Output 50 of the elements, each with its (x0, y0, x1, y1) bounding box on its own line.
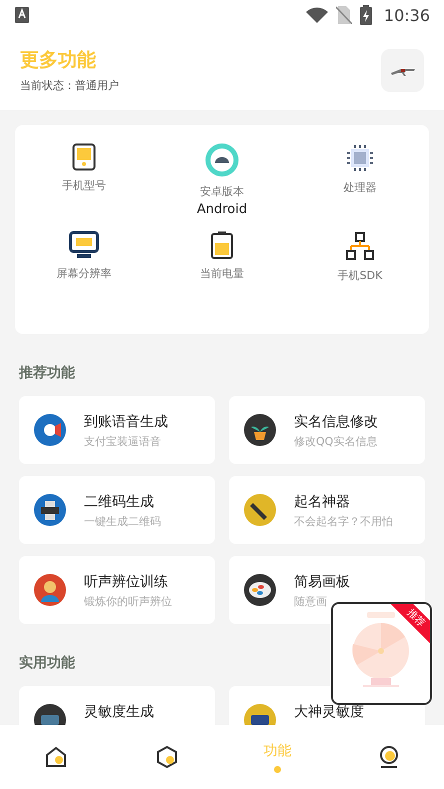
network-icon (345, 230, 375, 260)
battery-icon (210, 230, 234, 258)
feature-description: 支付宝装逼语音 (84, 434, 162, 449)
info-value: Android (196, 202, 248, 217)
feature-title: 实名信息修改 (294, 413, 378, 431)
battery-charging-icon (360, 5, 372, 25)
info-label: 处理器 (344, 180, 376, 195)
wifi-icon (306, 7, 328, 23)
cube-icon (154, 745, 178, 769)
headphone-person-icon (33, 573, 67, 607)
feature-description: 锻炼你的听声辨位 (84, 594, 172, 609)
info-label: 手机SDK (338, 268, 382, 282)
feature-description: 不会起名字？不用怕 (294, 514, 393, 529)
info-label: 安卓版本 (200, 184, 244, 199)
promo-dialog[interactable]: 推荐 (331, 602, 432, 705)
feature-title: 灵敏度生成 (84, 703, 154, 721)
feature-description: 随意画 (294, 594, 328, 609)
feature-card[interactable]: 听声辨位训练 锻炼你的听声辨位 (19, 556, 215, 624)
feature-title: 听声辨位训练 (84, 573, 169, 591)
rifle-button[interactable] (381, 48, 424, 92)
feature-description: 修改QQ实名信息 (294, 434, 378, 449)
feature-card[interactable]: 实名信息修改 修改QQ实名信息 (229, 396, 425, 464)
feature-title: 二维码生成 (84, 493, 155, 511)
clock-time: 10:36 (384, 6, 430, 24)
pen-icon (243, 493, 277, 527)
info-label: 手机型号 (62, 178, 106, 193)
feature-title: 到账语音生成 (84, 413, 168, 431)
feature-title: 简易画板 (294, 573, 350, 591)
feature-card[interactable]: 灵敏度生成 (19, 686, 215, 725)
feature-title: 起名神器 (294, 493, 351, 511)
printer-icon (33, 493, 67, 527)
keyboard-icon (15, 7, 29, 23)
monitor-icon (69, 230, 99, 258)
user-status: 当前状态：普通用户 (20, 78, 119, 93)
feature-card[interactable]: 到账语音生成 支付宝装逼语音 (19, 396, 215, 464)
section-title: 推荐功能 (19, 364, 75, 382)
info-label: 屏幕分辨率 (56, 266, 112, 280)
feature-card[interactable]: 起名神器 不会起名字？不用怕 (229, 476, 425, 544)
palette-icon (243, 573, 277, 607)
no-sim-icon (336, 6, 352, 24)
page-title: 更多功能 (20, 48, 97, 73)
plant-pot-icon (243, 413, 277, 447)
phone-icon (72, 143, 96, 171)
feature-title: 大神灵敏度 (294, 703, 364, 721)
section-title: 实用功能 (19, 654, 75, 672)
info-label: 当前电量 (200, 266, 244, 280)
feature-description: 一键生成二维码 (84, 514, 161, 529)
feature-card[interactable]: 二维码生成 一键生成二维码 (19, 476, 215, 544)
chip-icon (345, 143, 375, 173)
home-icon (44, 745, 68, 769)
